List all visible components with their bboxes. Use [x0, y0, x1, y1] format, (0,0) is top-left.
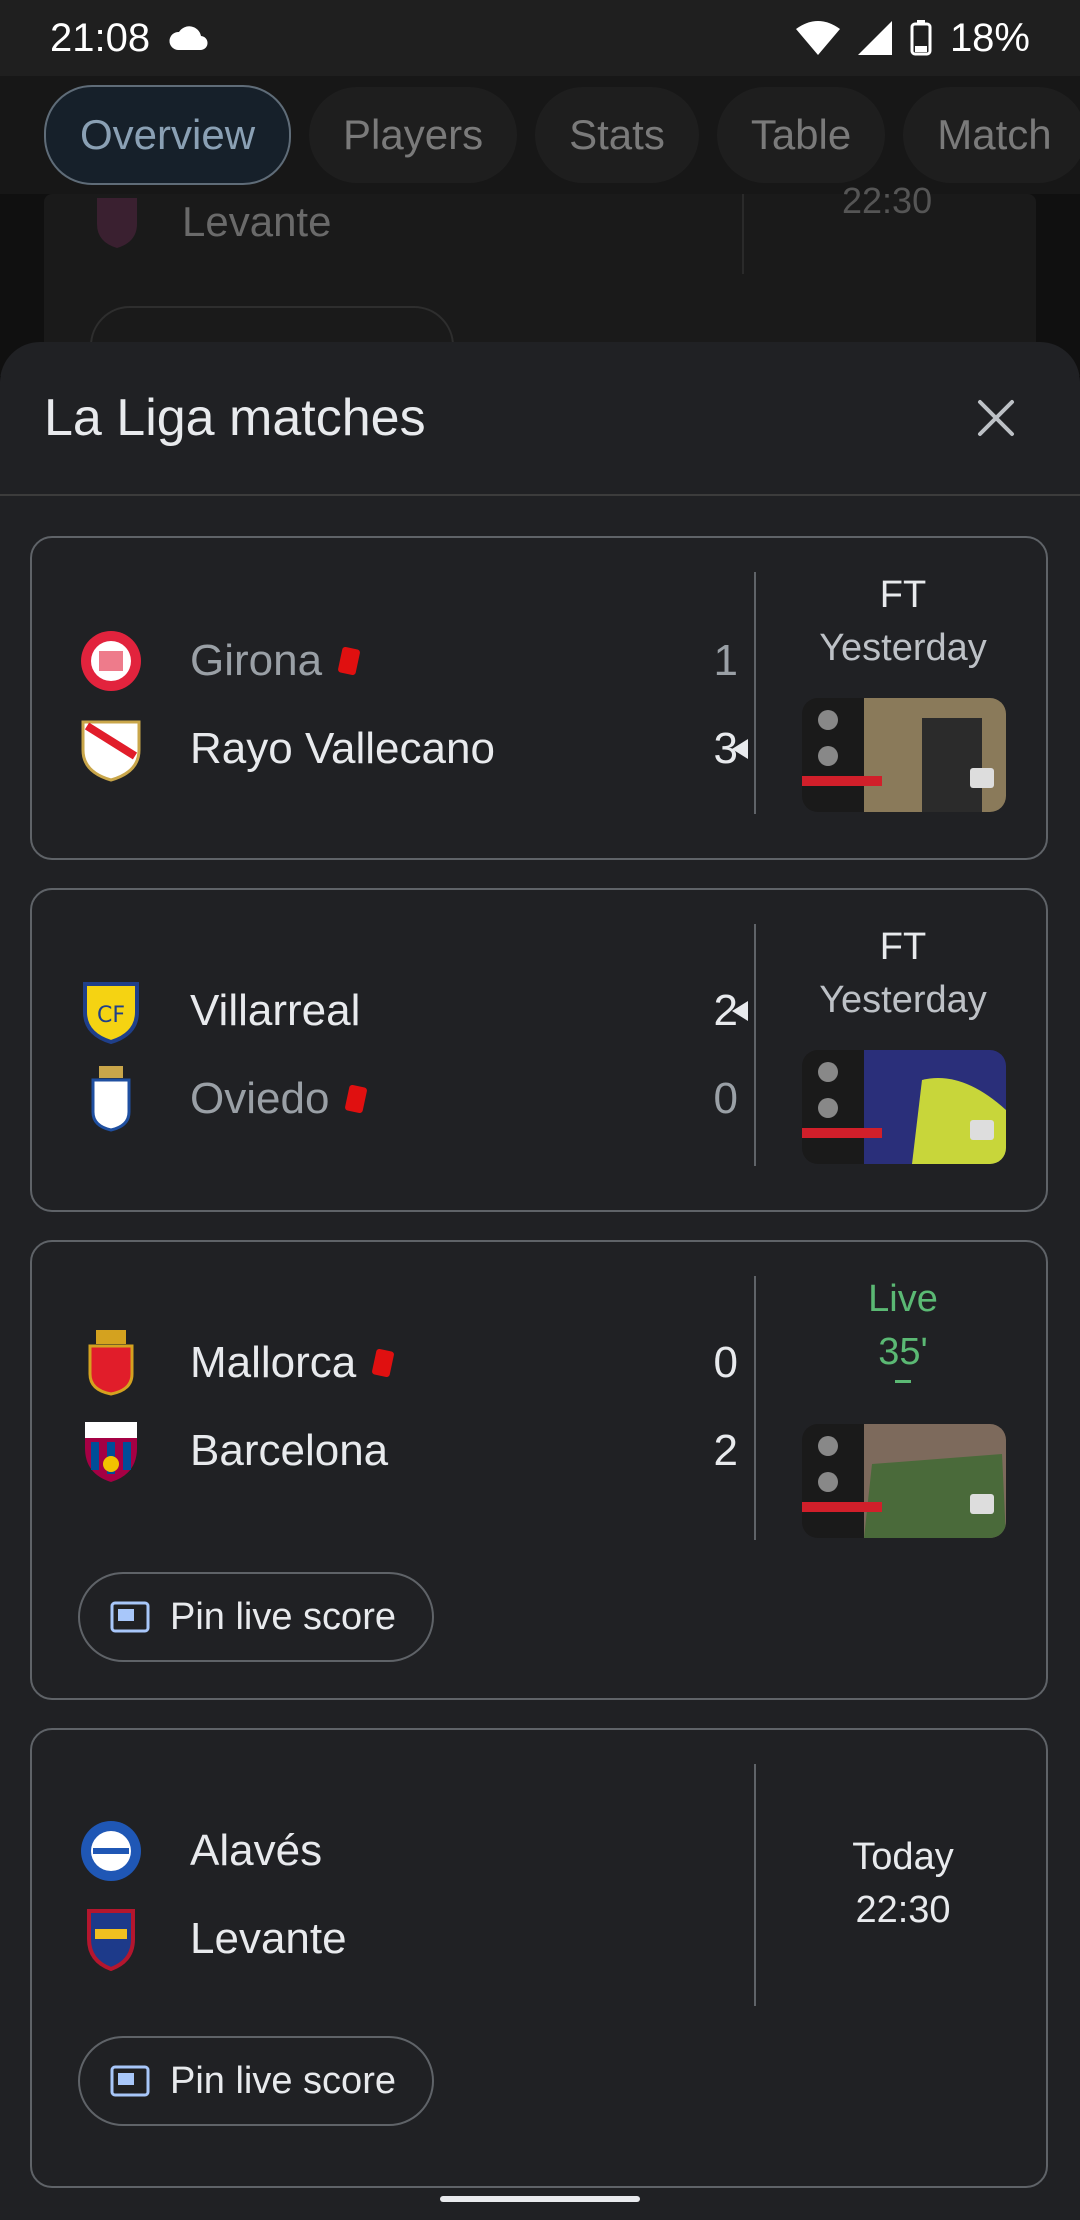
highlight-video-thumbnail[interactable]: [802, 1050, 1006, 1164]
background-team-row: Levante: [92, 194, 331, 250]
match-minute: 35': [878, 1331, 928, 1373]
background-time: 22:30: [842, 180, 933, 221]
team-score: 1: [713, 636, 738, 685]
cloud-icon: [169, 26, 208, 51]
team-row-home: CF Villarreal 2: [78, 976, 738, 1046]
background-page: Overview Players Stats Table Match Levan…: [0, 76, 1080, 434]
tab-stats[interactable]: Stats: [535, 87, 699, 183]
pin-button-label: Pin live score: [170, 1595, 396, 1638]
team-score: 0: [713, 1074, 738, 1123]
team-name: Villarreal: [190, 986, 361, 1035]
status-bar: 21:08 18%: [0, 0, 1080, 76]
tab-bar: Overview Players Stats Table Match: [0, 76, 1080, 194]
match-state: FT: [879, 926, 927, 968]
team-row-away: Rayo Vallecano 3: [78, 714, 738, 784]
matches-sheet: La Liga matches Girona 1 Rayo Vallecano …: [0, 342, 1080, 2220]
team-name: Girona: [190, 636, 323, 685]
match-state: FT: [879, 574, 927, 616]
pin-button-label: Pin live score: [170, 2059, 396, 2102]
match-status: Today 22:30: [756, 1836, 1050, 1932]
picture-in-picture-icon: [110, 2065, 150, 2097]
sheet-title: La Liga matches: [44, 389, 426, 447]
match-status: Live 35': [756, 1278, 1050, 1383]
match-card[interactable]: Mallorca 0 Barcelona 2 Live 35' Pin live…: [30, 1240, 1048, 1700]
red-card-icon: [344, 1084, 368, 1114]
background-divider: [742, 194, 744, 274]
team-score: 0: [713, 1338, 738, 1387]
team-name: Levante: [190, 1914, 347, 1963]
team-name: Rayo Vallecano: [190, 724, 495, 773]
barcelona-crest-icon: [78, 1418, 144, 1484]
team-row-home: Girona 1: [78, 626, 738, 696]
clock: 21:08: [50, 15, 151, 60]
mallorca-crest-icon: [78, 1330, 144, 1396]
villarreal-crest-icon: CF: [78, 978, 144, 1044]
svg-text:CF: CF: [97, 1003, 125, 1028]
match-card[interactable]: Girona 1 Rayo Vallecano 3 FT Yesterday: [30, 536, 1048, 860]
home-indicator[interactable]: [440, 2196, 640, 2202]
girona-crest-icon: [78, 628, 144, 694]
oviedo-crest-icon: [78, 1066, 144, 1132]
tab-overview[interactable]: Overview: [44, 85, 292, 185]
highlight-video-thumbnail[interactable]: [802, 1424, 1006, 1538]
winner-indicator-icon: [732, 739, 748, 759]
match-status: FT Yesterday: [756, 574, 1050, 670]
tab-players[interactable]: Players: [309, 87, 518, 183]
sheet-header: La Liga matches: [0, 342, 1080, 496]
red-card-icon: [371, 1348, 395, 1378]
team-name: Barcelona: [190, 1426, 389, 1475]
match-day: Today: [852, 1836, 954, 1878]
picture-in-picture-icon: [110, 1601, 150, 1633]
tab-matches[interactable]: Match: [903, 87, 1080, 183]
team-row-home: Alavés: [78, 1816, 738, 1886]
background-team-name: Levante: [182, 198, 332, 245]
team-row-away: Oviedo 0: [78, 1064, 738, 1134]
match-kickoff: 22:30: [855, 1889, 951, 1931]
team-score: 2: [713, 1426, 738, 1475]
team-name: Oviedo: [190, 1074, 330, 1123]
signal-icon: [857, 21, 892, 55]
video-thumbnail-image: [802, 1050, 1006, 1164]
pin-live-score-button[interactable]: Pin live score: [78, 1572, 434, 1662]
match-teams: CF Villarreal 2 Oviedo 0: [32, 890, 754, 1210]
team-name: Mallorca: [190, 1338, 357, 1387]
video-thumbnail-image: [802, 1424, 1006, 1538]
levante-crest-icon: [97, 198, 137, 248]
red-card-icon: [337, 646, 361, 676]
close-button[interactable]: [966, 388, 1026, 448]
match-card[interactable]: CF Villarreal 2 Oviedo 0 FT Yesterday: [30, 888, 1048, 1212]
match-card[interactable]: Alavés Levante Today 22:30 Pin live scor…: [30, 1728, 1048, 2188]
match-teams: Girona 1 Rayo Vallecano 3: [32, 538, 754, 858]
winner-indicator-icon: [732, 1001, 748, 1021]
match-when: Yesterday: [819, 979, 987, 1021]
close-icon: [978, 400, 1014, 436]
match-state: Live: [868, 1278, 938, 1320]
battery-icon: [910, 20, 932, 56]
team-row-away: Barcelona 2: [78, 1416, 738, 1486]
rayo-crest-icon: [78, 716, 144, 782]
tab-table[interactable]: Table: [716, 87, 886, 183]
live-indicator: [895, 1380, 911, 1383]
team-name: Alavés: [190, 1826, 323, 1875]
highlight-video-thumbnail[interactable]: [802, 698, 1006, 812]
match-when: Yesterday: [819, 627, 987, 669]
match-status: FT Yesterday: [756, 926, 1050, 1022]
battery-percent: 18%: [949, 15, 1030, 60]
levante-crest-icon: [78, 1906, 144, 1972]
alaves-crest-icon: [78, 1818, 144, 1884]
wifi-icon: [795, 21, 840, 55]
pin-live-score-button[interactable]: Pin live score: [78, 2036, 434, 2126]
video-thumbnail-image: [802, 698, 1006, 812]
team-row-home: Mallorca 0: [78, 1328, 738, 1398]
team-row-away: Levante: [78, 1904, 738, 1974]
